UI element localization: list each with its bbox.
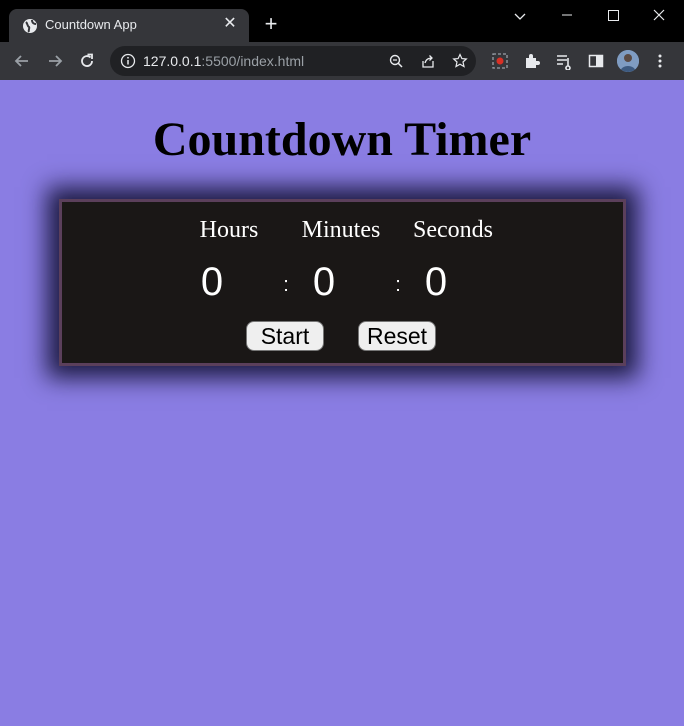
seconds-value: 0 [424,260,448,304]
site-info-icon[interactable] [120,53,136,69]
countdown-panel: Hours Minutes Seconds 0 : 0 : 0 Start Re… [59,199,626,366]
zoom-icon[interactable] [388,53,404,69]
address-bar[interactable]: 127.0.0.1:5500/index.html [110,46,476,76]
tab-title: Countdown App [45,17,137,32]
hours-value: 0 [200,260,224,304]
minimize-icon[interactable] [552,6,582,26]
forward-arrow-icon[interactable] [45,51,65,71]
tab-search-chevron-icon[interactable] [505,8,535,28]
maximize-icon[interactable] [598,6,628,26]
screen-recorder-extension-icon[interactable] [491,52,509,70]
new-tab-plus-icon[interactable]: + [260,13,282,35]
avatar-image [617,50,639,72]
back-arrow-icon[interactable] [12,51,32,71]
close-window-icon[interactable] [644,6,674,26]
reload-icon[interactable] [77,51,97,71]
minutes-label: Minutes [301,217,381,243]
url-text[interactable]: 127.0.0.1:5500/index.html [143,53,304,69]
start-button[interactable]: Start [246,321,324,351]
minutes-value: 0 [312,260,336,304]
title-bar: Countdown App ✕ + [0,0,684,42]
globe-icon [23,19,37,33]
reset-button[interactable]: Reset [358,321,436,351]
reading-list-icon[interactable] [555,52,573,70]
page-title: Countdown Timer [152,113,532,166]
url-host: 127.0.0.1 [143,53,202,69]
profile-avatar[interactable] [617,50,639,72]
url-path: :5500/index.html [201,53,305,69]
share-icon[interactable] [420,53,436,69]
seconds-label: Seconds [413,217,493,243]
more-menu-icon[interactable] [651,52,669,70]
tab-close-icon[interactable]: ✕ [221,15,239,33]
extensions-puzzle-icon[interactable] [523,52,541,70]
side-panel-icon[interactable] [587,52,605,70]
hours-label: Hours [199,217,259,243]
page-content: Countdown Timer Hours Minutes Seconds 0 … [0,80,684,726]
browser-window: Countdown App ✕ + 127.0.0.1:5500/index.h… [0,0,684,726]
hours-minutes-separator: : [283,274,289,296]
bookmark-star-icon[interactable] [452,53,468,69]
browser-tab[interactable]: Countdown App ✕ [9,9,249,42]
minutes-seconds-separator: : [395,274,401,296]
browser-toolbar: 127.0.0.1:5500/index.html [0,42,684,80]
